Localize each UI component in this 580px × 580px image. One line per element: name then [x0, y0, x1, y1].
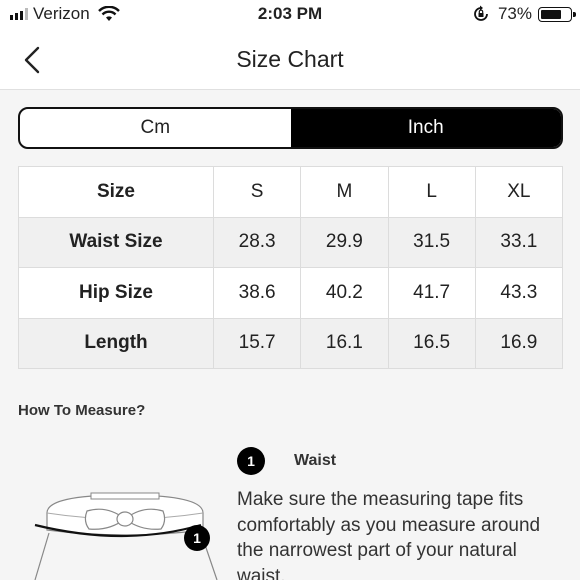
table-cell: 16.9	[474, 317, 564, 369]
table-row: Hip Size 38.6 40.2 41.7 43.3	[18, 267, 564, 319]
step-number-badge: 1	[184, 525, 210, 551]
table-cell: 41.7	[387, 267, 476, 319]
row-label: Length	[18, 317, 214, 369]
table-row: Waist Size 28.3 29.9 31.5 33.1	[18, 216, 564, 268]
row-label: Hip Size	[18, 267, 214, 319]
size-table: Size S M L XL Waist Size 28.3 29.9 31.5 …	[18, 166, 564, 369]
table-header-cell: M	[300, 166, 389, 218]
table-cell: 16.1	[300, 317, 389, 369]
table-cell: 29.9	[300, 216, 389, 268]
unit-toggle: Cm Inch	[18, 107, 563, 149]
table-header-row: Size S M L XL	[18, 166, 564, 218]
status-bar: Verizon 2:03 PM 73%	[0, 0, 580, 30]
table-cell: 40.2	[300, 267, 389, 319]
orientation-lock-icon	[474, 5, 488, 21]
table-row: Length 15.7 16.1 16.5 16.9	[18, 317, 564, 369]
step-number-badge: 1	[237, 447, 265, 475]
table-cell: 31.5	[387, 216, 476, 268]
section-title: How To Measure?	[18, 402, 146, 419]
table-cell: 16.5	[387, 317, 476, 369]
table-header-cell: L	[387, 166, 476, 218]
table-cell: 43.3	[474, 267, 564, 319]
battery-percent: 73%	[497, 4, 532, 23]
table-header-cell: XL	[474, 166, 564, 218]
nav-bar: Size Chart	[0, 30, 580, 90]
unit-option-inch[interactable]: Inch	[290, 109, 561, 147]
table-cell: 28.3	[212, 216, 302, 268]
table-cell: 15.7	[212, 317, 302, 369]
table-cell: 33.1	[474, 216, 564, 268]
page-title: Size Chart	[236, 46, 344, 72]
battery-level	[541, 9, 561, 19]
unit-option-cm[interactable]: Cm	[20, 109, 291, 147]
step-description: Make sure the measuring tape fits comfor…	[237, 489, 541, 580]
row-label: Waist Size	[18, 216, 214, 268]
table-header-cell: S	[212, 166, 302, 218]
battery-icon	[538, 6, 576, 22]
table-header-cell: Size	[18, 166, 214, 218]
status-right: 73%	[472, 4, 576, 24]
step-label: Waist	[294, 452, 337, 469]
table-cell: 38.6	[212, 267, 302, 319]
